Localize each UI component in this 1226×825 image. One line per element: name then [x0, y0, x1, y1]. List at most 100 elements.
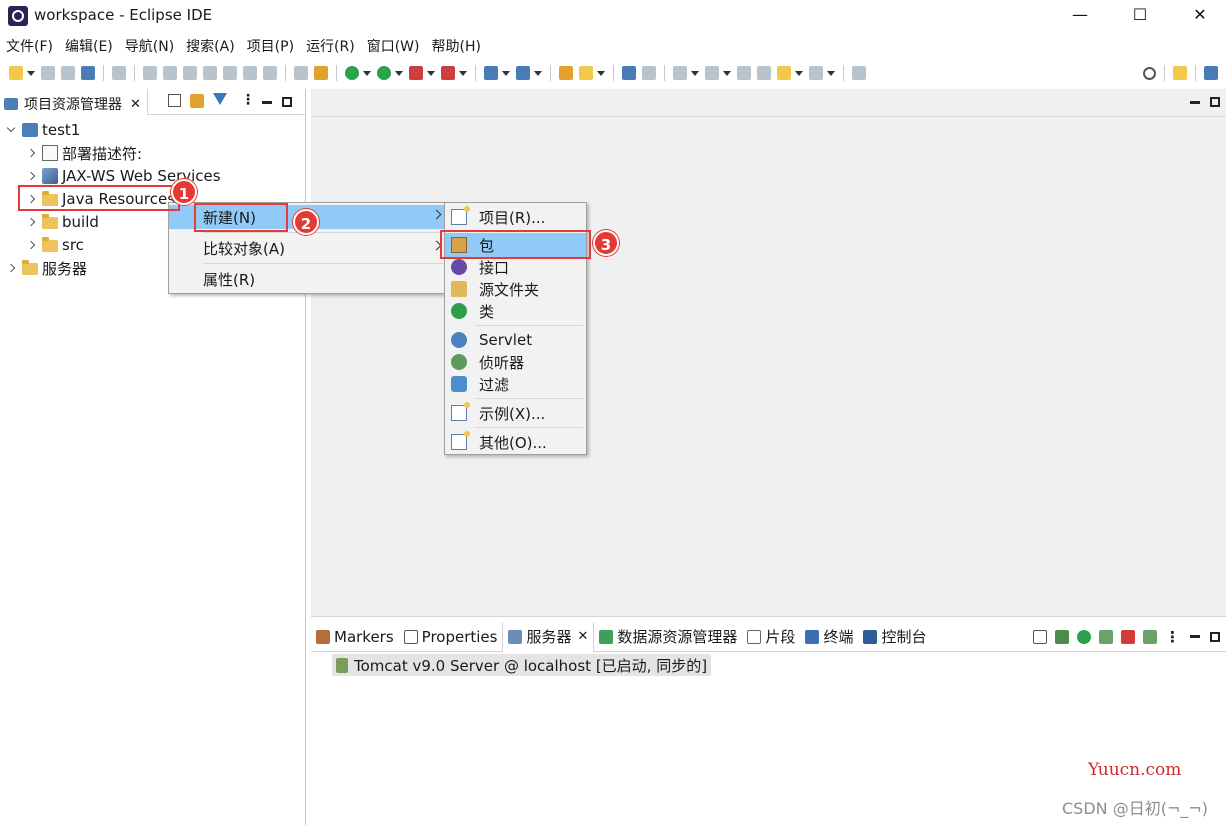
tab-terminal[interactable]: 终端	[800, 622, 858, 652]
submenu-item-filter[interactable]: 过滤	[445, 373, 586, 395]
debug-server-icon[interactable]	[1055, 629, 1069, 644]
collapse-all-icon[interactable]	[1033, 629, 1047, 644]
pin-editor-icon[interactable]	[852, 66, 866, 80]
submenu-item-servlet[interactable]: Servlet	[445, 329, 586, 351]
submenu-item-source-folder[interactable]: 源文件夹	[445, 278, 586, 300]
close-tab-icon[interactable]: ✕	[578, 629, 589, 644]
chevron-right-icon[interactable]	[26, 171, 36, 181]
menu-project[interactable]: 项目(P)	[241, 36, 300, 58]
debug-icon[interactable]	[345, 66, 359, 80]
submenu-item-other[interactable]: 其他(O)...	[445, 430, 586, 454]
chevron-right-icon[interactable]	[26, 148, 36, 158]
minimize-button[interactable]: —	[1060, 4, 1100, 28]
minimize-editor-icon[interactable]	[1190, 100, 1200, 104]
java-ee-perspective-icon[interactable]	[1204, 66, 1218, 80]
last-edit-icon[interactable]	[737, 66, 751, 80]
skip-breakpoints-icon[interactable]	[112, 66, 126, 80]
server-entry-tomcat[interactable]: Tomcat v9.0 Server @ localhost [已启动, 同步的…	[332, 654, 712, 676]
menu-window[interactable]: 窗口(W)	[361, 36, 426, 58]
tab-markers[interactable]: Markers	[311, 622, 399, 652]
stop-server-icon[interactable]	[1121, 629, 1135, 644]
filter-icon	[451, 376, 467, 392]
run-server-icon[interactable]	[409, 66, 423, 80]
terminate-icon[interactable]	[183, 66, 197, 80]
submenu-item-project[interactable]: 项目(R)...	[445, 205, 586, 229]
link-with-editor-icon[interactable]	[190, 94, 204, 108]
tab-console[interactable]: 控制台	[858, 622, 931, 652]
terminal-icon[interactable]	[81, 66, 95, 80]
new-icon[interactable]	[9, 66, 23, 80]
minimize-view-icon[interactable]	[262, 100, 272, 104]
profile-server-icon[interactable]	[1099, 629, 1113, 644]
publish-icon[interactable]	[1143, 629, 1157, 644]
step-into-icon[interactable]	[223, 66, 237, 80]
maximize-button[interactable]: ☐	[1120, 4, 1160, 28]
menu-file[interactable]: 文件(F)	[0, 36, 59, 58]
chevron-down-icon[interactable]	[6, 125, 16, 135]
minimize-view-icon[interactable]	[1190, 635, 1200, 638]
tab-properties[interactable]: Properties	[399, 622, 503, 652]
forward-icon[interactable]	[809, 66, 823, 80]
tree-item-servers[interactable]: 服务器	[6, 257, 87, 279]
menu-edit[interactable]: 编辑(E)	[59, 36, 119, 58]
open-type-icon[interactable]	[559, 66, 573, 80]
menu-search[interactable]: 搜索(A)	[180, 36, 241, 58]
web-browser-icon[interactable]	[622, 66, 636, 80]
tree-item-test1[interactable]: test1	[6, 119, 80, 141]
menu-navigate[interactable]: 导航(N)	[119, 36, 180, 58]
save-all-icon[interactable]	[61, 66, 75, 80]
forward-edit-icon[interactable]	[757, 66, 771, 80]
back-icon[interactable]	[777, 66, 791, 80]
submenu-item-interface[interactable]: 接口	[445, 256, 586, 278]
filter-icon[interactable]	[213, 93, 227, 105]
tree-item-deployment-descriptor[interactable]: 部署描述符:	[26, 142, 142, 164]
maximize-view-icon[interactable]	[1210, 631, 1220, 642]
view-menu-icon[interactable]: ⋮	[1165, 628, 1180, 646]
run-icon[interactable]	[377, 66, 391, 80]
menu-bar: 文件(F) 编辑(E) 导航(N) 搜索(A) 项目(P) 运行(R) 窗口(W…	[0, 36, 487, 58]
new-servlet-icon[interactable]	[516, 66, 530, 80]
new-example-icon	[451, 402, 470, 421]
submenu-item-example[interactable]: 示例(X)...	[445, 401, 586, 425]
open-task-icon[interactable]	[579, 66, 593, 80]
new-server-icon[interactable]	[484, 66, 498, 80]
submenu-item-class[interactable]: 类	[445, 300, 586, 322]
tree-item-src[interactable]: src	[26, 234, 84, 256]
save-icon[interactable]	[41, 66, 55, 80]
menu-help[interactable]: 帮助(H)	[426, 36, 487, 58]
previous-annotation-icon[interactable]	[705, 66, 719, 80]
next-annotation-icon[interactable]	[673, 66, 687, 80]
resume-icon[interactable]	[143, 66, 157, 80]
new-dropdown-icon[interactable]	[27, 70, 35, 76]
maximize-view-icon[interactable]	[282, 97, 292, 107]
submenu-item-listener[interactable]: 侦听器	[445, 351, 586, 373]
tree-item-build[interactable]: build	[26, 211, 99, 233]
tab-snippets[interactable]: 片段	[742, 622, 800, 652]
collapse-all-icon[interactable]	[168, 94, 181, 107]
tab-project-explorer[interactable]: 项目资源管理器 ✕	[0, 89, 148, 115]
search-web-icon[interactable]	[642, 66, 656, 80]
search-icon[interactable]	[1143, 66, 1156, 80]
drop-to-frame-icon[interactable]	[294, 66, 308, 80]
menu-item-compare-with[interactable]: 比较对象(A)	[169, 236, 448, 260]
disconnect-icon[interactable]	[203, 66, 217, 80]
chevron-right-icon[interactable]	[26, 217, 36, 227]
view-menu-icon[interactable]: ⋮	[241, 92, 255, 108]
chevron-right-icon[interactable]	[26, 240, 36, 250]
tab-servers[interactable]: 服务器 ✕	[502, 621, 595, 652]
menu-item-properties[interactable]: 属性(R)	[169, 267, 448, 291]
close-button[interactable]: ✕	[1180, 4, 1220, 28]
start-server-icon[interactable]	[1077, 629, 1091, 644]
chevron-right-icon[interactable]	[6, 263, 16, 273]
author-watermark: CSDN @日初(¬_¬)	[1062, 799, 1209, 818]
open-perspective-icon[interactable]	[1173, 66, 1187, 80]
menu-run[interactable]: 运行(R)	[300, 36, 361, 58]
step-over-icon[interactable]	[243, 66, 257, 80]
suspend-icon[interactable]	[163, 66, 177, 80]
close-tab-icon[interactable]: ✕	[130, 97, 141, 112]
step-return-icon[interactable]	[263, 66, 277, 80]
maximize-editor-icon[interactable]	[1210, 97, 1220, 107]
external-tools-icon[interactable]	[441, 66, 455, 80]
use-step-filters-icon[interactable]	[314, 66, 328, 80]
tab-data-source-explorer[interactable]: 数据源资源管理器	[594, 622, 742, 652]
